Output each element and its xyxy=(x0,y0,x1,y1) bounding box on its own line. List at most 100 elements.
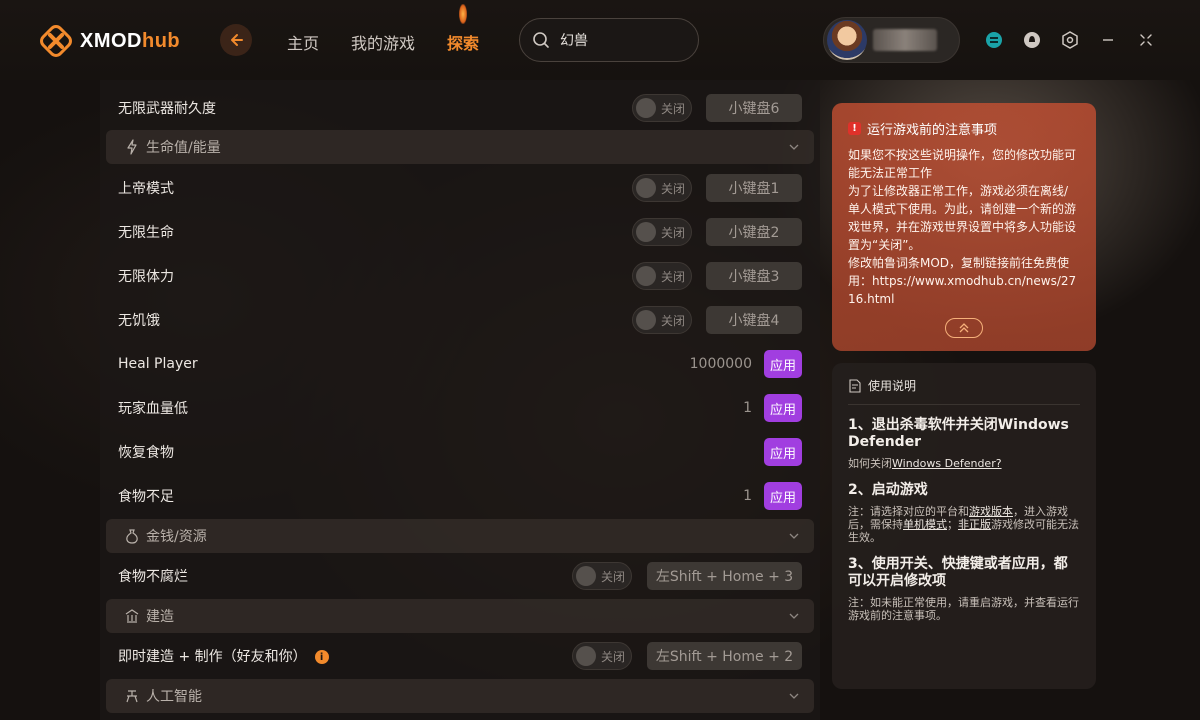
settings-icon[interactable] xyxy=(1060,30,1080,50)
toggle-switch[interactable]: 关闭 xyxy=(632,218,692,246)
logo-text: XMODhub xyxy=(80,29,181,52)
building-icon xyxy=(125,609,139,623)
notice-paragraph: 如果您不按这些说明操作，您的修改功能可能无法正常工作 xyxy=(848,148,1077,180)
step-title: 3、使用开关、快捷键或者应用，都可以开启修改项 xyxy=(848,556,1068,589)
help-title-text: 使用说明 xyxy=(868,379,917,393)
section-money-resources[interactable]: 金钱/资源 xyxy=(106,519,814,553)
robot-icon xyxy=(126,690,138,703)
item-label: 上帝模式 xyxy=(118,181,174,197)
hotkey-button[interactable]: 小键盘4 xyxy=(706,306,802,334)
apply-button[interactable]: 应用 xyxy=(764,350,802,378)
list-item: 即时建造 + 制作（好友和你） i 关闭 左Shift + Home + 2 xyxy=(100,642,820,670)
item-label: 无限生命 xyxy=(118,225,174,241)
lightning-icon xyxy=(127,139,137,155)
section-title: 生命值/能量 xyxy=(146,140,221,156)
item-label: 无限体力 xyxy=(118,269,174,285)
apply-button[interactable]: 应用 xyxy=(764,438,802,466)
toggle-label: 关闭 xyxy=(661,225,686,240)
section-health-energy[interactable]: 生命值/能量 xyxy=(106,130,814,164)
toggle-label: 关闭 xyxy=(601,649,626,664)
app-icon[interactable] xyxy=(984,30,1004,50)
search-box[interactable] xyxy=(519,18,699,62)
chevron-down-icon xyxy=(789,613,799,619)
item-label: 即时建造 + 制作（好友和你） i xyxy=(118,646,329,666)
non-genuine-link[interactable]: 非正版 xyxy=(958,518,991,531)
money-bag-icon xyxy=(126,529,138,544)
toggle-switch[interactable]: 关闭 xyxy=(632,174,692,202)
warning-icon: ! xyxy=(848,122,861,135)
list-item: 恢复食物 应用 xyxy=(100,438,820,466)
list-item: 无限体力 关闭 小键盘3 xyxy=(100,262,820,290)
section-ai[interactable]: 人工智能 xyxy=(106,679,814,713)
hotkey-button[interactable]: 左Shift + Home + 2 xyxy=(647,642,802,670)
toggle-switch[interactable]: 关闭 xyxy=(632,262,692,290)
help-step-3: 3、使用开关、快捷键或者应用，都可以开启修改项 注：如未能正常使用，请重启游戏，… xyxy=(848,556,1080,622)
game-version-link[interactable]: 游戏版本 xyxy=(969,505,1013,518)
hotkey-button[interactable]: 左Shift + Home + 3 xyxy=(647,562,802,590)
step-text: 注：请选择对应的平台和游戏版本，进入游戏后，需保持单机模式；非正版游戏修改可能无… xyxy=(848,505,1079,544)
notice-card: ! 运行游戏前的注意事项 如果您不按这些说明操作，您的修改功能可能无法正常工作 … xyxy=(832,103,1096,351)
help-step-2: 2、启动游戏 注：请选择对应的平台和游戏版本，进入游戏后，需保持单机模式；非正版… xyxy=(848,482,1080,544)
toggle-label: 关闭 xyxy=(661,181,686,196)
chevron-up-icon xyxy=(959,323,969,333)
section-title: 建造 xyxy=(146,609,174,625)
logo-icon xyxy=(40,25,72,57)
notification-icon[interactable] xyxy=(1022,30,1042,50)
main-nav: 主页 我的游戏 探索 xyxy=(287,4,479,54)
cheat-list-panel: 无限武器耐久度 关闭 小键盘6 生命值/能量 上帝模式 关闭 小键盘1 无限生命… xyxy=(100,80,820,720)
back-button[interactable] xyxy=(220,24,252,56)
item-label: 无限武器耐久度 xyxy=(118,101,216,117)
logo[interactable]: XMODhub xyxy=(40,25,180,57)
apply-button[interactable]: 应用 xyxy=(764,394,802,422)
avatar[interactable] xyxy=(827,20,867,60)
item-label: 玩家血量低 xyxy=(118,401,188,417)
back-arrow-icon xyxy=(231,34,243,46)
apply-button[interactable]: 应用 xyxy=(764,482,802,510)
windows-defender-link[interactable]: Windows Defender? xyxy=(892,457,1002,470)
step-text: 注：如未能正常使用，请重启游戏，并查看运行游戏前的注意事项。 xyxy=(848,596,1079,622)
search-icon xyxy=(533,32,549,48)
notice-title-text: 运行游戏前的注意事项 xyxy=(867,123,998,138)
close-icon[interactable] xyxy=(1136,30,1156,50)
chevron-down-icon xyxy=(789,693,799,699)
chevron-down-icon xyxy=(789,533,799,539)
notice-paragraph[interactable]: 修改帕鲁词条MOD，复制链接前往免费使用：https://www.xmodhub… xyxy=(848,254,1080,308)
value-input[interactable]: 1000000 xyxy=(690,356,752,372)
help-card: 使用说明 1、退出杀毒软件并关闭Windows Defender 如何关闭Win… xyxy=(832,363,1096,689)
toggle-switch[interactable]: 关闭 xyxy=(572,642,632,670)
step-text: 如何关闭Windows Defender? xyxy=(848,457,1002,470)
list-item: 食物不足 1 应用 xyxy=(100,482,820,510)
toggle-switch[interactable]: 关闭 xyxy=(632,94,692,122)
hotkey-button[interactable]: 小键盘6 xyxy=(706,94,802,122)
item-label: 食物不腐烂 xyxy=(118,569,188,585)
section-building[interactable]: 建造 xyxy=(106,599,814,633)
help-title: 使用说明 xyxy=(848,377,1080,405)
notice-body: 如果您不按这些说明操作，您的修改功能可能无法正常工作 为了让修改器正常工作，游戏… xyxy=(848,146,1080,308)
nav-my-games[interactable]: 我的游戏 xyxy=(351,30,415,54)
top-bar: XMODhub 主页 我的游戏 探索 xyxy=(0,0,1200,80)
item-label: 食物不足 xyxy=(118,489,174,505)
hotkey-button[interactable]: 小键盘2 xyxy=(706,218,802,246)
offline-mode-link[interactable]: 单机模式 xyxy=(903,518,947,531)
toggle-switch[interactable]: 关闭 xyxy=(572,562,632,590)
nav-home[interactable]: 主页 xyxy=(287,30,319,54)
user-profile[interactable] xyxy=(823,17,960,63)
minimize-icon[interactable] xyxy=(1098,30,1118,50)
section-title: 人工智能 xyxy=(146,689,202,705)
item-label: Heal Player xyxy=(118,356,198,372)
document-icon xyxy=(849,378,861,393)
toggle-switch[interactable]: 关闭 xyxy=(632,306,692,334)
info-icon[interactable]: i xyxy=(314,650,329,664)
username-blurred xyxy=(873,29,937,51)
list-item: 无饥饿 关闭 小键盘4 xyxy=(100,306,820,334)
collapse-button[interactable] xyxy=(945,318,983,338)
list-item: 无限武器耐久度 关闭 小键盘6 xyxy=(100,94,820,122)
toggle-label: 关闭 xyxy=(661,313,686,328)
value-input[interactable]: 1 xyxy=(743,488,752,504)
search-input[interactable] xyxy=(560,32,680,48)
nav-explore[interactable]: 探索 xyxy=(447,4,479,54)
help-step-1: 1、退出杀毒软件并关闭Windows Defender 如何关闭Windows … xyxy=(848,417,1080,470)
value-input[interactable]: 1 xyxy=(743,400,752,416)
hotkey-button[interactable]: 小键盘1 xyxy=(706,174,802,202)
hotkey-button[interactable]: 小键盘3 xyxy=(706,262,802,290)
